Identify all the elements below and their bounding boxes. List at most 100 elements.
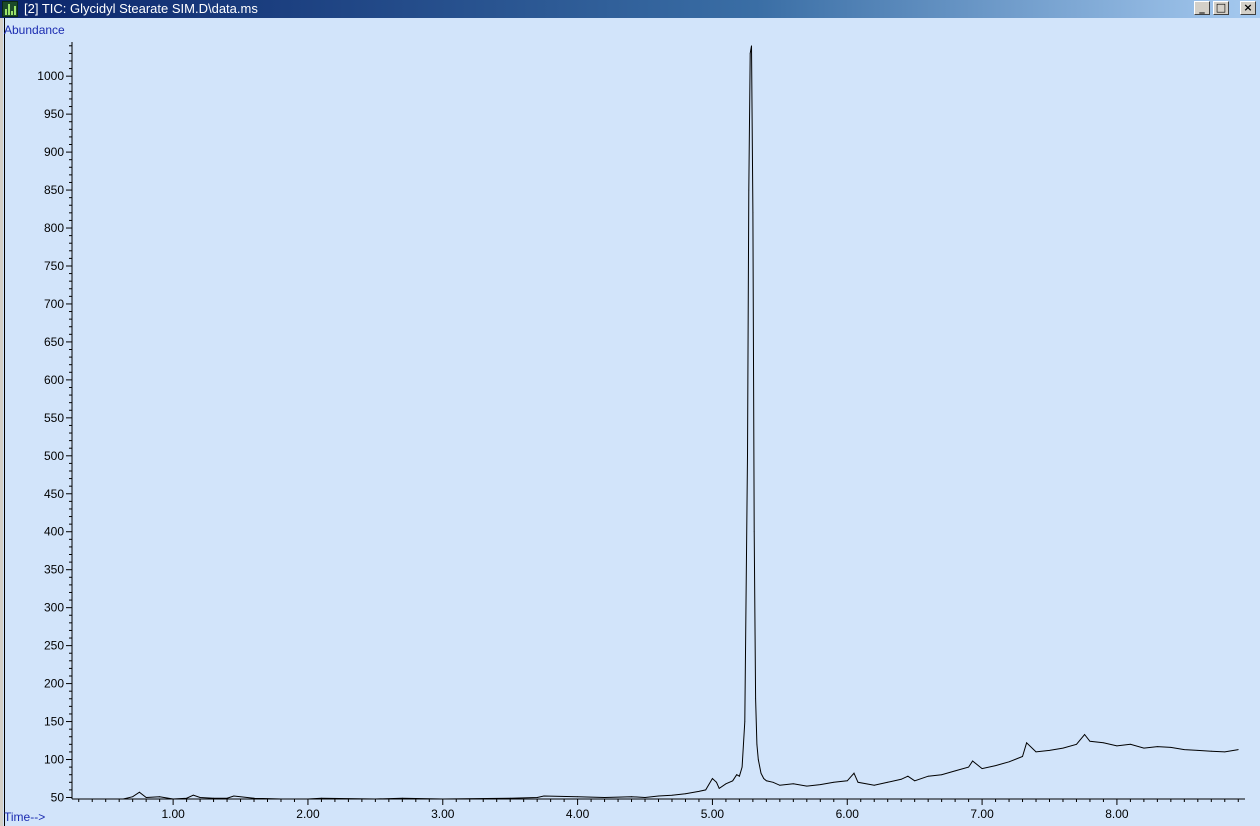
data-point	[732, 780, 734, 782]
left-window-border	[0, 18, 3, 826]
data-point	[1116, 745, 1118, 747]
data-point	[644, 797, 646, 798]
data-point	[1183, 749, 1185, 750]
data-point	[280, 798, 282, 800]
plot-area[interactable]: Abundance Time--> 50 100 150 200 250 300 350 40…	[0, 18, 1260, 826]
y-tick-label: 600	[44, 373, 64, 387]
data-point	[671, 794, 673, 796]
data-point	[233, 795, 235, 797]
data-point	[192, 794, 194, 796]
data-point	[685, 793, 686, 795]
y-tick-label: 850	[44, 183, 64, 197]
data-point	[1026, 742, 1027, 744]
y-tick-label: 950	[44, 107, 64, 121]
data-point	[806, 785, 808, 787]
x-tick-label: 2.00	[296, 807, 320, 821]
data-point	[199, 797, 201, 798]
data-point	[139, 791, 140, 793]
data-point	[1084, 734, 1085, 735]
data-point	[744, 721, 746, 722]
minimize-button[interactable]: _	[1194, 1, 1210, 15]
data-point	[753, 531, 755, 533]
data-point	[712, 778, 713, 779]
data-point	[857, 781, 859, 783]
data-point	[747, 455, 748, 457]
data-point	[819, 784, 821, 785]
data-point	[972, 760, 973, 762]
chromatogram-app-icon[interactable]	[2, 1, 18, 17]
data-point	[755, 698, 756, 700]
data-point	[401, 797, 403, 799]
data-point	[698, 791, 700, 792]
y-tick-label: 800	[44, 221, 64, 235]
data-point	[186, 797, 188, 799]
data-point	[772, 781, 774, 783]
data-point	[145, 797, 147, 798]
data-point	[748, 189, 750, 191]
data-point	[751, 45, 752, 47]
data-point	[1103, 742, 1104, 744]
data-point	[1197, 750, 1199, 751]
data-point	[536, 797, 538, 798]
maximize-button[interactable]: □	[1213, 1, 1229, 15]
data-point	[779, 784, 781, 786]
data-point	[907, 775, 909, 777]
data-point	[1170, 747, 1172, 748]
chromatogram-chart[interactable]: Abundance Time--> 50 100 150 200 250 300 350 40…	[0, 18, 1260, 826]
data-point	[887, 781, 889, 783]
data-point	[1237, 749, 1239, 750]
y-tick-label: 550	[44, 411, 64, 425]
data-point	[718, 788, 720, 789]
x-axis-ticks: 1.00 2.00 3.00 4.00 5.00 6.00 7.00 8.00	[78, 799, 1239, 821]
data-point	[752, 212, 754, 214]
x-tick-label: 5.00	[701, 807, 725, 821]
y-tick-label: 150	[44, 715, 64, 729]
y-tick-label: 500	[44, 449, 64, 463]
data-point	[658, 795, 659, 797]
data-point	[321, 797, 322, 799]
data-point	[132, 796, 134, 798]
y-tick-label: 200	[44, 677, 64, 691]
data-point	[954, 770, 956, 772]
data-point	[981, 768, 983, 769]
data-point	[873, 784, 875, 786]
data-point	[509, 797, 511, 799]
y-tick-label: 400	[44, 525, 64, 539]
data-point	[716, 781, 717, 783]
data-point	[914, 780, 916, 782]
data-point	[846, 780, 848, 782]
data-point	[853, 772, 855, 774]
data-point	[213, 797, 215, 799]
data-point	[442, 798, 444, 800]
data-point	[763, 778, 765, 779]
data-point	[1130, 743, 1131, 745]
data-point	[1035, 751, 1037, 753]
data-point	[375, 798, 376, 800]
data-point	[760, 772, 762, 774]
data-point	[792, 783, 794, 785]
data-point	[725, 783, 727, 785]
y-tick-label: 450	[44, 487, 64, 501]
x-tick-label: 7.00	[970, 807, 994, 821]
x-tick-label: 4.00	[566, 807, 590, 821]
data-point	[1089, 740, 1091, 742]
x-tick-label: 3.00	[431, 807, 455, 821]
y-tick-label: 250	[44, 639, 64, 653]
title-bar[interactable]: [2] TIC: Glycidyl Stearate SIM.D\data.ms…	[0, 0, 1260, 18]
data-point	[172, 798, 174, 800]
data-point	[1076, 743, 1077, 745]
close-button[interactable]: ×	[1240, 1, 1256, 15]
y-axis-label: Abundance	[4, 23, 65, 37]
data-point	[577, 796, 578, 798]
y-tick-label: 900	[44, 145, 64, 159]
data-point	[307, 798, 309, 800]
y-tick-label: 1000	[37, 69, 64, 83]
data-point	[1008, 761, 1010, 763]
data-point	[631, 796, 632, 798]
y-tick-label: 700	[44, 297, 64, 311]
data-point	[1143, 747, 1145, 749]
data-point	[604, 797, 605, 798]
data-point	[900, 778, 902, 780]
data-point	[741, 766, 743, 768]
data-point	[543, 795, 545, 797]
